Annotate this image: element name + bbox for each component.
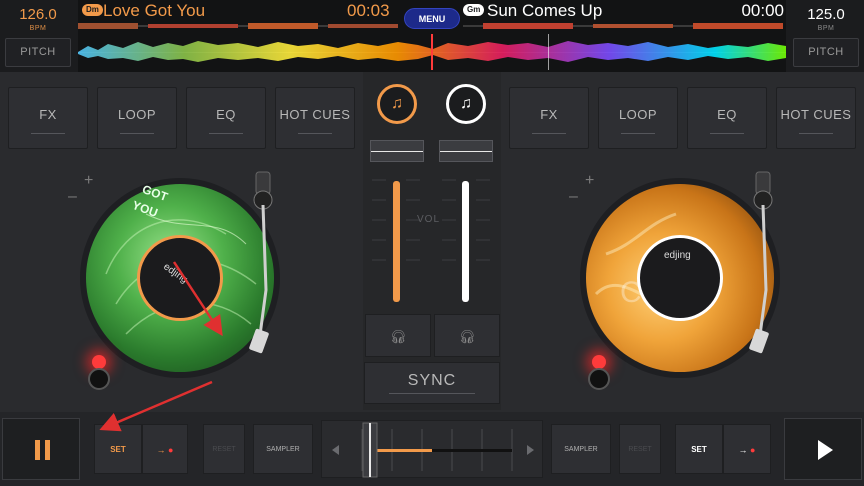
left-hot-cues-button[interactable]: HOT CUES (275, 87, 355, 149)
music-note-icon: ♫ (460, 95, 472, 112)
right-loop-button[interactable]: LOOP (598, 87, 678, 149)
left-goto-cue-button[interactable]: → ● (142, 424, 188, 474)
right-tonearm[interactable] (738, 170, 783, 370)
left-pause-button[interactable] (2, 418, 80, 480)
left-loop-button[interactable]: LOOP (97, 87, 177, 149)
crossfader-panel (321, 420, 543, 478)
right-deck-knob[interactable] (588, 368, 610, 390)
left-track-title: Love Got You (103, 1, 206, 20)
left-volume-fader[interactable] (370, 140, 424, 162)
left-fx-button[interactable]: FX (8, 87, 88, 149)
main-waveform (78, 34, 786, 70)
left-cue-button[interactable]: ♫ (377, 84, 417, 124)
right-pitch-button[interactable]: PITCH (793, 38, 859, 67)
right-headphones-button[interactable]: 🎧︎ (434, 314, 500, 357)
play-icon (818, 440, 833, 460)
left-volume-level (393, 181, 400, 302)
right-pitch-minus-icon[interactable]: – (569, 188, 578, 206)
right-play-button[interactable] (784, 418, 862, 480)
left-headphones-button[interactable]: 🎧︎ (365, 314, 431, 357)
right-record-label: edjing (637, 235, 723, 321)
left-deck-knob[interactable] (88, 368, 110, 390)
right-bpm-panel: 125.0 BPM PITCH (788, 0, 864, 72)
left-key-badge: Dm (82, 4, 103, 16)
left-bpm-label: BPM (29, 25, 47, 32)
menu-button[interactable]: MENU (404, 8, 460, 29)
right-bpm-label: BPM (817, 25, 835, 32)
left-eq-button[interactable]: EQ (186, 87, 266, 149)
right-track-time: 00:00 (741, 1, 784, 20)
right-reset-button[interactable]: RESET (619, 424, 661, 474)
headphones-icon: 🎧︎ (389, 329, 407, 344)
volume-label: VOL (417, 214, 441, 225)
right-platter-led (592, 355, 606, 369)
right-cue-button[interactable]: ♫ (446, 84, 486, 124)
right-volume-fader[interactable] (439, 140, 493, 162)
right-hot-cues-button[interactable]: HOT CUES (776, 87, 856, 149)
right-fx-button[interactable]: FX (509, 87, 589, 149)
left-track-time: 00:03 (347, 1, 390, 20)
right-set-cue-button[interactable]: SET (675, 424, 723, 474)
right-volume-level (462, 181, 469, 302)
pause-icon (35, 440, 50, 460)
left-sampler-button[interactable]: SAMPLER (253, 424, 313, 474)
right-mini-waveform (463, 23, 783, 29)
left-pitch-minus-icon[interactable]: – (68, 188, 77, 206)
right-label-brand: edjing (664, 250, 691, 261)
left-bpm-panel: 126.0 BPM PITCH (0, 0, 76, 72)
left-set-cue-button[interactable]: SET (94, 424, 142, 474)
sync-button[interactable]: SYNC (364, 362, 500, 404)
right-goto-cue-button[interactable]: → ● (723, 424, 771, 474)
right-key-badge: Gm (463, 4, 485, 16)
left-reset-button[interactable]: RESET (203, 424, 245, 474)
left-bpm-value: 126.0 (19, 6, 57, 23)
left-record-label: edjing (137, 235, 223, 321)
headphones-icon: 🎧︎ (458, 329, 476, 344)
music-note-icon: ♫ (391, 95, 403, 112)
left-label-brand: edjing (161, 261, 190, 286)
right-sampler-button[interactable]: SAMPLER (551, 424, 611, 474)
left-tonearm[interactable] (238, 170, 283, 370)
right-track-title: Sun Comes Up (487, 1, 603, 20)
left-platter-led (92, 355, 106, 369)
left-mini-waveform (78, 23, 398, 29)
right-bpm-value: 125.0 (807, 6, 845, 23)
waveform-display[interactable]: Dm Love Got You 00:03 MENU Gm Sun Comes … (78, 0, 786, 72)
crossfader[interactable] (322, 421, 544, 479)
left-pitch-button[interactable]: PITCH (5, 38, 71, 67)
top-bar: 126.0 BPM PITCH Dm Love Got You 00:03 ME… (0, 0, 864, 72)
right-eq-button[interactable]: EQ (687, 87, 767, 149)
